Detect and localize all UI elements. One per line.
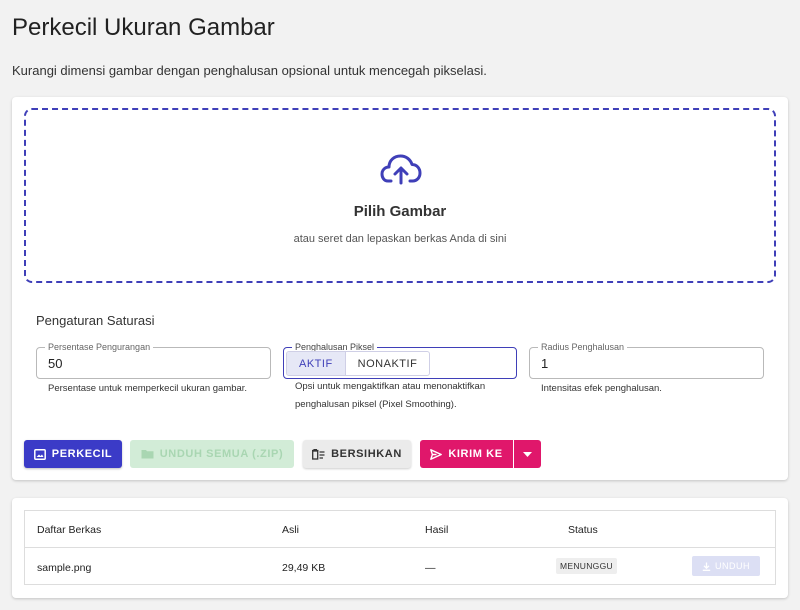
percent-help: Persentase untuk memperkecil ukuran gamb… xyxy=(48,383,248,394)
radius-field-value[interactable]: 1 xyxy=(541,356,548,371)
folder-zip-icon xyxy=(141,450,154,459)
image-icon xyxy=(33,448,46,460)
cell-result-size: — xyxy=(425,562,436,574)
cell-original-size: 29,49 KB xyxy=(282,562,326,574)
column-header-status: Status xyxy=(568,524,598,536)
dropzone-title: Pilih Gambar xyxy=(353,203,447,220)
download-button[interactable]: UNDUH xyxy=(692,556,760,576)
column-header-file-list: Daftar Berkas xyxy=(37,524,102,536)
file-dropzone[interactable]: Pilih Gambar atau seret dan lepaskan ber… xyxy=(24,108,776,283)
cell-file-name: sample.png xyxy=(37,562,92,574)
settings-card: Pilih Gambar atau seret dan lepaskan ber… xyxy=(12,97,788,480)
smoothing-toggle: AKTIF NONAKTIF xyxy=(286,351,431,376)
cloud-upload-icon xyxy=(380,154,422,185)
download-icon xyxy=(702,562,711,571)
smoothing-help: Opsi untuk mengaktifkan atau menonaktifk… xyxy=(295,381,486,410)
page-subtitle: Kurangi dimensi gambar dengan penghalusa… xyxy=(12,63,487,78)
column-header-original: Asli xyxy=(282,524,299,536)
send-to-button-label: KIRIM KE xyxy=(448,448,503,460)
shrink-button-label: PERKECIL xyxy=(51,448,113,460)
shrink-button[interactable]: PERKECIL xyxy=(24,440,122,468)
download-button-label: UNDUH xyxy=(715,561,750,571)
download-all-button[interactable]: UNDUH SEMUA (.ZIP) xyxy=(130,440,294,468)
smoothing-off-option[interactable]: NONAKTIF xyxy=(344,352,430,375)
radius-help: Intensitas efek penghalusan. xyxy=(541,383,662,394)
send-icon xyxy=(430,448,443,460)
percent-field-value[interactable]: 50 xyxy=(48,356,62,371)
column-header-result: Hasil xyxy=(425,524,449,536)
clear-list-icon xyxy=(312,448,325,460)
radius-field-label: Radius Penghalusan xyxy=(538,341,628,353)
radius-field[interactable]: Radius Penghalusan 1 xyxy=(529,341,764,379)
send-to-button[interactable]: KIRIM KE xyxy=(420,440,513,468)
clear-button[interactable]: BERSIHKAN xyxy=(303,440,411,468)
smoothing-field: Penghalusan Piksel AKTIF NONAKTIF xyxy=(283,341,517,379)
percent-field[interactable]: Persentase Pengurangan 50 xyxy=(36,341,271,379)
clear-button-label: BERSIHKAN xyxy=(331,448,402,460)
caret-down-icon xyxy=(523,451,532,457)
percent-field-label: Persentase Pengurangan xyxy=(45,341,154,353)
send-to-dropdown-button[interactable] xyxy=(514,440,541,468)
page-title: Perkecil Ukuran Gambar xyxy=(12,14,275,41)
download-all-button-label: UNDUH SEMUA (.ZIP) xyxy=(159,448,284,460)
dropzone-hint: atau seret dan lepaskan berkas Anda di s… xyxy=(293,233,507,245)
file-table-card: Daftar Berkas Asli Hasil Status sample.p… xyxy=(12,498,788,598)
settings-title: Pengaturan Saturasi xyxy=(36,313,155,328)
smoothing-on-option[interactable]: AKTIF xyxy=(287,352,345,375)
table-divider xyxy=(25,547,775,548)
file-table: Daftar Berkas Asli Hasil Status sample.p… xyxy=(24,510,776,585)
status-badge: MENUNGGU xyxy=(556,558,617,574)
